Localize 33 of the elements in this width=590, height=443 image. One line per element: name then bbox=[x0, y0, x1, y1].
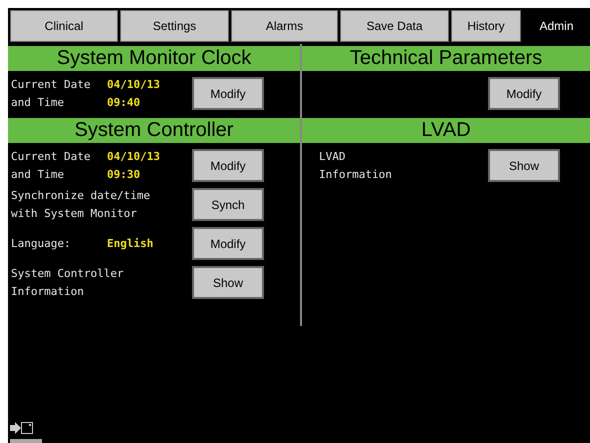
field-label: LVAD bbox=[319, 148, 346, 164]
field-label: Current Date bbox=[11, 76, 92, 92]
action-button[interactable]: Modify bbox=[192, 77, 264, 110]
section-header: LVAD bbox=[302, 118, 590, 143]
field-label: with System Monitor bbox=[11, 206, 137, 222]
field-value: English bbox=[107, 236, 154, 250]
action-button[interactable]: Show bbox=[488, 149, 560, 182]
tab[interactable]: Settings bbox=[120, 10, 229, 42]
field-label: Information bbox=[319, 166, 393, 182]
field-label: Synchronize date/time bbox=[11, 188, 150, 204]
field-label: Information bbox=[11, 284, 85, 300]
section-header: System Controller bbox=[8, 118, 300, 143]
field-value: 09:30 bbox=[107, 168, 140, 180]
field-label: Language: bbox=[11, 236, 72, 252]
section-header: Technical Parameters bbox=[302, 46, 590, 71]
action-button[interactable]: Modify bbox=[488, 77, 560, 110]
arrow-into-box-icon[interactable] bbox=[10, 421, 34, 435]
field-label: Current Date bbox=[11, 148, 92, 164]
tab[interactable]: Clinical bbox=[10, 10, 118, 42]
field-value: 09:40 bbox=[107, 96, 140, 108]
field-value: 04/10/13 bbox=[107, 150, 160, 162]
action-button[interactable]: Modify bbox=[192, 227, 264, 260]
tab[interactable]: Save Data bbox=[340, 10, 449, 42]
tab[interactable]: Alarms bbox=[231, 10, 338, 42]
field-label: and Time bbox=[11, 166, 65, 182]
field-value: 04/10/13 bbox=[107, 78, 160, 90]
action-button[interactable]: Modify bbox=[192, 149, 264, 182]
action-button[interactable]: Synch bbox=[192, 188, 264, 221]
action-button[interactable]: Show bbox=[192, 266, 264, 299]
section-header: System Monitor Clock bbox=[8, 46, 300, 71]
field-label: System Controller bbox=[11, 266, 124, 282]
tab[interactable]: History bbox=[451, 10, 521, 42]
field-label: and Time bbox=[11, 94, 65, 110]
